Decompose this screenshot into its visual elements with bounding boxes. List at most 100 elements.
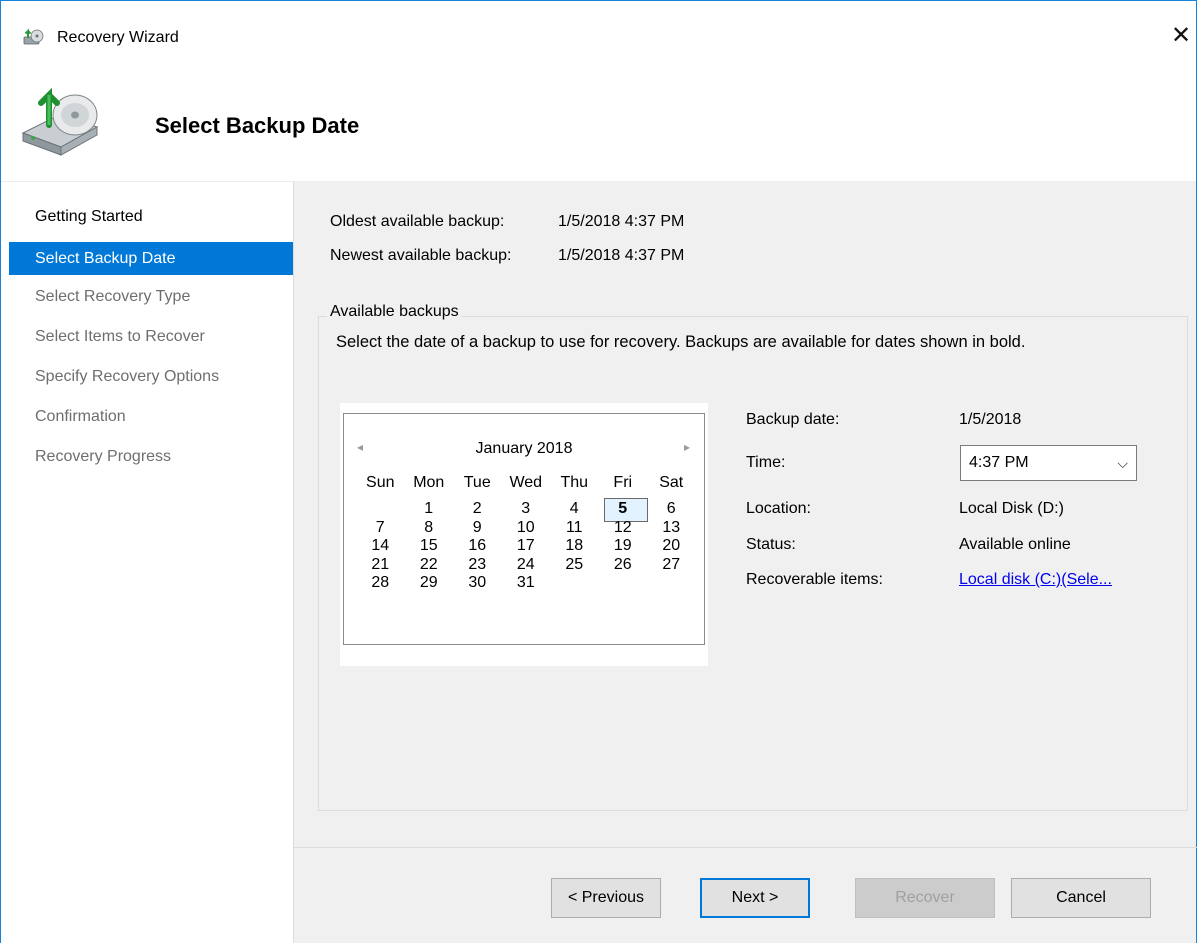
available-backups-title: Available backups: [327, 303, 462, 321]
available-backups-description: Select the date of a backup to use for r…: [336, 333, 1026, 351]
time-label: Time:: [746, 454, 786, 471]
calendar-day[interactable]: 7: [356, 519, 405, 538]
calendar-day-number: 14: [371, 537, 390, 554]
calendar-day-number: 7: [375, 518, 385, 536]
chevron-down-icon: ⌵: [1117, 455, 1128, 471]
calendar-day-number: 26: [613, 555, 632, 573]
calendar-next-month-icon[interactable]: ▸: [684, 440, 690, 454]
calendar-week-row: 28 29 30 31: [356, 574, 696, 593]
calendar-day[interactable]: 22: [405, 556, 454, 575]
calendar-day[interactable]: 30: [453, 574, 502, 593]
calendar-day[interactable]: 31: [502, 574, 551, 593]
cancel-button[interactable]: Cancel: [1011, 878, 1151, 918]
calendar-week-row: 14 15 16 17 18 19 20: [356, 537, 696, 556]
calendar-weekday-row: Sun Mon Tue Wed Thu Fri Sat: [356, 474, 696, 500]
calendar-day[interactable]: 3: [502, 500, 551, 519]
calendar-empty-cell: [599, 574, 648, 593]
footer-divider: [294, 847, 1197, 848]
backup-date-label: Backup date:: [746, 411, 840, 428]
calendar-day-number: 30: [468, 574, 487, 591]
calendar-day[interactable]: 26: [599, 556, 648, 575]
sidebar-item-confirmation[interactable]: Confirmation: [9, 400, 293, 433]
calendar-day-number: 12: [613, 518, 632, 536]
calendar-day[interactable]: 29: [405, 574, 454, 593]
close-icon[interactable]: ✕: [1166, 21, 1196, 51]
calendar-day[interactable]: 16: [453, 537, 502, 556]
calendar-day-number: 29: [419, 574, 438, 591]
calendar-container: ◂ January 2018 ▸ Sun Mon Tue Wed Thu Fri Sat 1 2…: [340, 403, 708, 666]
calendar-weekday: Thu: [560, 474, 589, 491]
calendar-day[interactable]: 1: [405, 500, 454, 519]
backup-calendar: ◂ January 2018 ▸ Sun Mon Tue Wed Thu Fri Sat 1 2…: [343, 413, 705, 645]
recoverable-items-link[interactable]: Local disk (C:)(Sele...: [959, 571, 1112, 589]
time-select[interactable]: 4:37 PM ⌵: [960, 445, 1137, 481]
calendar-day-number: 21: [371, 555, 390, 573]
newest-backup-value: 1/5/2018 4:37 PM: [558, 247, 685, 264]
calendar-day[interactable]: 23: [453, 556, 502, 575]
recover-button: Recover: [855, 878, 995, 918]
calendar-day[interactable]: 17: [502, 537, 551, 556]
calendar-day[interactable]: 4: [550, 500, 599, 519]
calendar-day[interactable]: 11: [550, 519, 599, 538]
sidebar-item-select-recovery-type[interactable]: Select Recovery Type: [9, 280, 293, 313]
recovery-wizard-window: Recovery Wizard ✕ Select Backup Date Get…: [0, 0, 1197, 943]
calendar-day[interactable]: 13: [647, 519, 696, 538]
calendar-day-number: 2: [472, 500, 482, 517]
calendar-day[interactable]: 25: [550, 556, 599, 575]
location-label: Location:: [746, 500, 811, 517]
time-select-value: 4:37 PM: [969, 454, 1029, 471]
newest-backup-label: Newest available backup:: [330, 247, 512, 264]
calendar-day-number: 9: [472, 518, 482, 536]
calendar-empty-cell: [550, 574, 599, 593]
previous-button[interactable]: < Previous: [551, 878, 661, 918]
calendar-week-row: 1 2 3 4 5 6: [356, 498, 696, 522]
sidebar-item-getting-started[interactable]: Getting Started: [9, 200, 293, 233]
wizard-header: Select Backup Date: [1, 61, 1196, 181]
calendar-day-number: 23: [468, 555, 487, 573]
calendar-day-number: 5: [618, 500, 628, 517]
calendar-month-title[interactable]: January 2018: [464, 440, 584, 458]
calendar-day[interactable]: 27: [647, 556, 696, 575]
sidebar-item-specify-recovery-options[interactable]: Specify Recovery Options: [9, 360, 293, 393]
sidebar-item-select-backup-date[interactable]: Select Backup Date: [9, 242, 293, 275]
calendar-day[interactable]: 5: [599, 498, 647, 522]
calendar-day[interactable]: 19: [599, 537, 648, 556]
calendar-day-number: 1: [424, 500, 434, 517]
calendar-day-number: 3: [521, 500, 531, 517]
calendar-day-number: 27: [662, 555, 681, 573]
calendar-empty-cell: [356, 500, 405, 519]
calendar-day[interactable]: 24: [502, 556, 551, 575]
calendar-day-number: 18: [565, 537, 584, 554]
calendar-day[interactable]: 15: [405, 537, 454, 556]
backup-date-value: 1/5/2018: [959, 411, 1022, 428]
recoverable-items-label: Recoverable items:: [746, 571, 883, 588]
calendar-prev-month-icon[interactable]: ◂: [357, 440, 363, 454]
sidebar-item-recovery-progress[interactable]: Recovery Progress: [9, 440, 293, 473]
calendar-day-number: 4: [569, 500, 579, 517]
calendar-day[interactable]: 14: [356, 537, 405, 556]
calendar-day-number: 24: [516, 555, 535, 573]
calendar-day-number: 11: [565, 518, 583, 536]
calendar-day-number: 6: [666, 500, 676, 517]
oldest-backup-label: Oldest available backup:: [330, 213, 505, 230]
calendar-weekday: Sun: [366, 474, 395, 491]
calendar-day[interactable]: 21: [356, 556, 405, 575]
calendar-day[interactable]: 8: [405, 519, 454, 538]
calendar-weekday: Fri: [613, 474, 633, 491]
calendar-day[interactable]: 20: [647, 537, 696, 556]
calendar-day-number: 28: [371, 574, 390, 591]
calendar-day[interactable]: 10: [502, 519, 551, 538]
calendar-weekday: Mon: [413, 474, 445, 491]
calendar-day-number: 25: [565, 555, 584, 573]
calendar-day[interactable]: 12: [599, 519, 648, 538]
calendar-weekday: Tue: [463, 474, 491, 491]
calendar-day[interactable]: 9: [453, 519, 502, 538]
calendar-day[interactable]: 6: [647, 500, 696, 519]
calendar-day[interactable]: 28: [356, 574, 405, 593]
calendar-day[interactable]: 2: [453, 500, 502, 519]
backup-drive-recovery-icon: [21, 87, 99, 156]
next-button[interactable]: Next >: [700, 878, 810, 918]
wizard-content: Oldest available backup: 1/5/2018 4:37 P…: [293, 181, 1197, 943]
calendar-day[interactable]: 18: [550, 537, 599, 556]
sidebar-item-select-items-to-recover[interactable]: Select Items to Recover: [9, 320, 293, 353]
